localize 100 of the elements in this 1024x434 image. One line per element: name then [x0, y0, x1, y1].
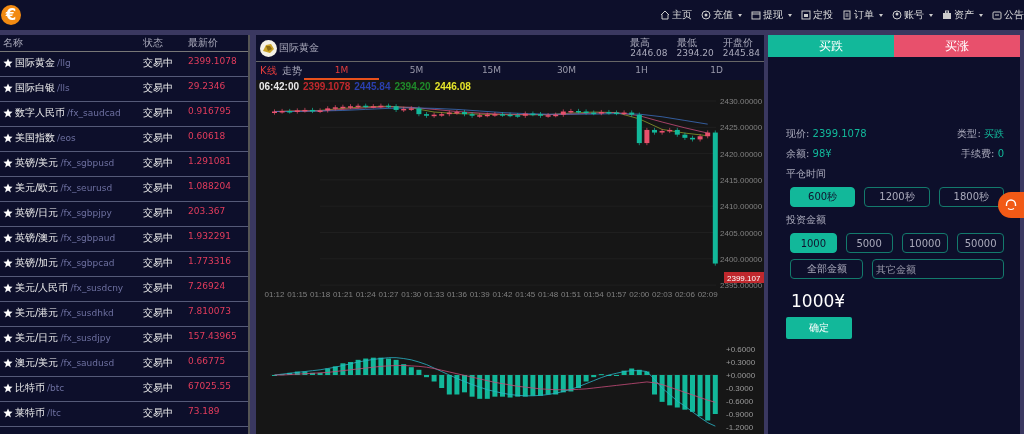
market-name: 莱特币: [15, 406, 45, 420]
market-code: /fx_sgbpjpy: [60, 208, 112, 218]
market-code: /ltc: [47, 408, 61, 418]
market-name: 美元/港元: [15, 306, 59, 320]
status-text: 交易中: [143, 256, 174, 270]
market-code: /btc: [47, 383, 65, 393]
market-code: /fx_sgbpaud: [60, 233, 116, 243]
market-code: /fx_susdhkd: [60, 308, 114, 318]
status-text: 交易中: [143, 206, 174, 220]
stat-value: 2445.84: [722, 48, 760, 59]
axis-label: 01:57: [606, 290, 627, 299]
market-name: 美元/欧元: [15, 181, 59, 195]
axis-label: 01:51: [560, 290, 581, 299]
market-name: 英镑/美元: [15, 156, 59, 170]
axis-label: -0.6000: [726, 397, 754, 406]
axis-label: 01:48: [538, 290, 559, 299]
market-code: /eos: [57, 133, 76, 143]
market-name: 美国指数: [15, 131, 55, 145]
price-text: 1.088204: [188, 181, 232, 191]
axis-label: 01:15: [287, 290, 308, 299]
price-text: 1.773316: [188, 256, 232, 266]
balance-info: 余额: 98¥: [786, 147, 832, 161]
axis-label: 2410.00000: [720, 202, 763, 212]
axis-label: 02:09: [697, 290, 718, 299]
ohlc-value: 2446.08: [434, 80, 471, 92]
axis-label: 2405.00000: [720, 228, 763, 238]
status-text: 交易中: [143, 106, 174, 120]
market-name: 英镑/加元: [15, 256, 59, 270]
axis-label: 01:36: [446, 290, 467, 299]
market-code: /fx_susdcny: [70, 283, 124, 293]
price-info: 现价: 2399.1078: [786, 127, 867, 141]
price-text: 203.367: [188, 206, 227, 216]
axis-label: 01:12: [264, 290, 285, 299]
market-code: /fx_saudcad: [67, 108, 121, 118]
axis-label: 02:06: [674, 290, 695, 299]
price-text: 73.189: [188, 406, 221, 416]
axis-label: 2425.00000: [720, 123, 763, 133]
axis-label: 01:18: [310, 290, 331, 299]
ohlc-value: 2445.84: [354, 80, 391, 92]
axis-label: 01:27: [378, 290, 399, 299]
market-code: /fx_seurusd: [60, 183, 113, 193]
market-code: /lls: [57, 83, 70, 93]
type-info: 类型: 买跌: [957, 127, 1004, 141]
fee-info: 手续费: 0: [961, 147, 1004, 161]
market-name: 国际白银: [15, 81, 55, 95]
axis-label: 01:39: [469, 290, 490, 299]
price-text: 67025.55: [188, 381, 232, 391]
market-name: 英镑/澳元: [15, 231, 59, 245]
market-code: /fx_saudusd: [60, 358, 115, 368]
axis-label: 01:45: [515, 290, 536, 299]
price-text: 7.810073: [188, 306, 232, 316]
axis-label: -0.9000: [726, 410, 754, 419]
axis-label: 01:42: [492, 290, 513, 299]
axis-label: +0.3000: [726, 358, 756, 367]
stat-value: 2446.08: [630, 48, 668, 59]
price-tag: 2399.107: [724, 272, 764, 283]
section-label: 平仓时间: [786, 167, 827, 181]
axis-label: 01:21: [332, 290, 353, 299]
price-text: 0.60618: [188, 131, 227, 141]
market-code: /llg: [57, 58, 71, 68]
column-header: 状态: [143, 36, 164, 50]
axis-label: 01:54: [583, 290, 604, 299]
price-text: 29.2346: [188, 81, 227, 91]
axis-label: 01:24: [355, 290, 376, 299]
section-label: 投资金额: [786, 213, 827, 227]
status-text: 交易中: [143, 131, 174, 145]
axis-label: +0.0000: [726, 371, 756, 380]
price-text: 157.43965: [188, 331, 238, 341]
ohlc-value: 06:42:00: [259, 80, 300, 92]
axis-label: 2420.00000: [720, 149, 763, 159]
instrument-name: 国际黄金: [279, 41, 320, 55]
market-name: 美元/人民币: [15, 281, 69, 295]
axis-label: 2430.00000: [720, 97, 763, 106]
axis-label: 01:30: [401, 290, 422, 299]
axis-label: 2395.00000: [720, 281, 763, 291]
market-name: 国际黄金: [15, 56, 55, 70]
market-name: 英镑/日元: [15, 206, 59, 220]
status-text: 交易中: [143, 56, 174, 70]
logo-icon: €: [1, 5, 21, 25]
status-text: 交易中: [143, 381, 174, 395]
axis-label: 01:33: [424, 290, 445, 299]
ohlc-value: 2394.20: [394, 80, 431, 92]
market-code: /fx_sgbpusd: [60, 158, 115, 168]
price-text: 1.932291: [188, 231, 232, 241]
stat-label: 开盘价: [722, 37, 754, 48]
stat-value: 2394.20: [676, 48, 714, 59]
axis-label: -1.2000: [726, 423, 754, 432]
market-name: 美元/日元: [15, 331, 59, 345]
stat-label: 最高: [630, 37, 652, 48]
status-text: 交易中: [143, 181, 174, 195]
axis-label: 02:03: [652, 290, 673, 299]
market-name: 比特币: [15, 381, 45, 395]
price-text: 0.66775: [188, 356, 227, 366]
column-header: 最新价: [188, 36, 219, 50]
axis-label: +0.6000: [726, 345, 756, 354]
status-text: 交易中: [143, 281, 174, 295]
market-code: /fx_sgbpcad: [60, 258, 115, 268]
stat-label: 最低: [676, 37, 698, 48]
status-text: 交易中: [143, 81, 174, 95]
axis-label: -0.3000: [726, 384, 754, 393]
